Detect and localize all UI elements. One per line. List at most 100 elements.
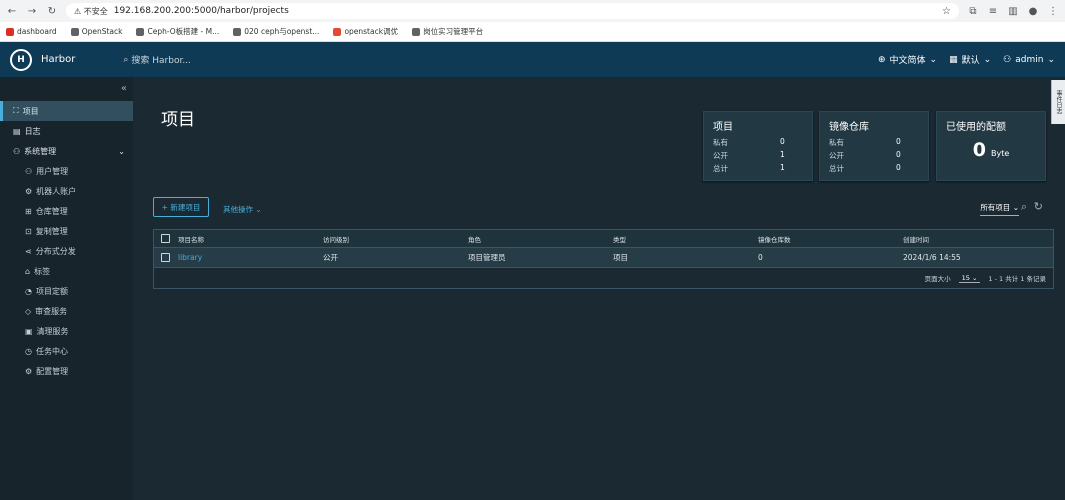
sidebar-subitem[interactable]: ⚙ 机器人账户 — [0, 181, 133, 201]
new-project-button[interactable]: + 新建项目 — [153, 197, 209, 217]
sidebar-subitem-label: 清理服务 — [36, 326, 69, 336]
theme-dropdown[interactable]: ▦ 默认 ⌄ — [949, 53, 992, 67]
bookmark-item[interactable]: dashboard — [6, 27, 57, 36]
card-row-label: 私有 — [713, 138, 728, 147]
sidebar-subitem[interactable]: ⌂ 标签 — [0, 261, 133, 281]
bookmark-favicon-icon — [6, 27, 14, 36]
project-filter-select[interactable]: 所有项目 ⌄ — [980, 202, 1019, 216]
column-header[interactable]: 角色 — [468, 234, 613, 244]
harbor-logo-icon[interactable]: H — [10, 48, 32, 71]
table-cell: 项目 — [613, 253, 628, 262]
sidebar-subitem-label: 复制管理 — [35, 226, 68, 236]
bookmark-label: 020 ceph与openst... — [244, 27, 320, 36]
sidebar-subitem-label: 仓库管理 — [35, 206, 68, 216]
table-cell: 0 — [758, 253, 763, 262]
sidebar-subitem[interactable]: ▣ 清理服务 — [0, 321, 133, 341]
brand-name[interactable]: Harbor — [41, 54, 75, 65]
extensions-icon[interactable]: ⧉ — [967, 6, 979, 17]
select-all-checkbox[interactable] — [161, 234, 170, 243]
sidepanel-icon[interactable]: ▥ — [1007, 6, 1019, 17]
user-icon: ⚇ — [1003, 54, 1012, 65]
logs-icon: ▤ — [13, 126, 21, 136]
bookmark-favicon-icon — [333, 27, 342, 36]
sidebar-subitem[interactable]: ⋖ 分布式分发 — [0, 241, 133, 261]
chevron-down-icon: ⌄ — [1047, 54, 1055, 65]
page-size-select[interactable]: 15 ⌄ — [958, 273, 981, 283]
bookmark-favicon-icon — [136, 27, 145, 36]
column-header[interactable]: 项目名称 — [178, 234, 323, 244]
page-size-value: 15 — [961, 273, 970, 282]
projects-summary-card: 项目 私有 0 公开 1 总计 1 — [703, 111, 813, 181]
sidebar-subitem-label: 配置管理 — [36, 366, 69, 376]
sidebar-subitem-icon: ⋖ — [25, 246, 32, 256]
sidebar-subitem-label: 标签 — [34, 266, 51, 276]
back-icon[interactable]: ← — [6, 6, 18, 17]
collapse-sidebar-icon[interactable]: « — [0, 81, 133, 101]
sidebar-subitem[interactable]: ⊡ 复制管理 — [0, 221, 133, 241]
sidebar-subitem-icon: ⚙ — [25, 366, 33, 376]
sidebar-subitem-label: 机器人账户 — [36, 186, 77, 196]
menu-icon[interactable]: ⋮ — [1047, 6, 1059, 17]
sidebar-subitem-icon: ⊡ — [25, 226, 32, 236]
sidebar-item-label: 日志 — [24, 126, 41, 136]
user-menu[interactable]: ⚇ admin ⌄ — [1003, 55, 1055, 65]
bookmark-item[interactable]: 020 ceph与openst... — [233, 26, 319, 37]
chevron-down-icon: ⌄ — [255, 205, 262, 214]
filter-label: 所有项目 — [980, 203, 1011, 212]
search-icon[interactable]: ⌕ — [1021, 200, 1027, 214]
row-checkbox[interactable] — [161, 253, 170, 262]
column-header[interactable]: 访问级别 — [323, 234, 468, 244]
sidebar-subitem-label: 分布式分发 — [35, 246, 76, 256]
sidebar-subitem[interactable]: ⚙ 配置管理 — [0, 361, 133, 381]
column-header[interactable]: 创建时间 — [903, 234, 1053, 244]
bookmark-star-icon[interactable]: ☆ — [942, 6, 951, 17]
sidebar-subitem-icon: ▣ — [25, 326, 33, 336]
profile-icon[interactable]: ● — [1027, 6, 1039, 17]
security-warning[interactable]: ⚠ 不安全 — [74, 6, 108, 17]
sidebar-subitem[interactable]: ◔ 项目定额 — [0, 281, 133, 301]
language-dropdown[interactable]: ⊕ 中文简体 ⌄ — [878, 53, 937, 67]
other-ops-label: 其他操作 — [223, 205, 253, 214]
table-header: 项目名称 访问级别 角色 类型 镜像仓库数 创建时间 — [154, 230, 1053, 248]
column-header[interactable]: 类型 — [613, 234, 758, 244]
card-row-value: 0 — [896, 137, 901, 146]
sidebar-subitem[interactable]: ◇ 审查服务 — [0, 301, 133, 321]
project-name-link[interactable]: library — [178, 253, 323, 262]
sidebar: « ⛶ 项目 ▤ 日志 ⚇ 系统管理 ⌄ ⚇ 用户管理 ⚙ 机器人账户 ⊞ 仓库管理 ⊡ 复制… — [0, 77, 133, 500]
sidebar-item-label: 系统管理 — [24, 146, 57, 156]
bookmark-item[interactable]: openstack调优 — [333, 26, 398, 37]
refresh-icon[interactable]: ↻ — [1034, 200, 1043, 213]
chevron-down-icon: ⌄ — [983, 54, 992, 65]
theme-label: 默认 — [961, 56, 980, 66]
table-row: library 公开 项目管理员 项目 0 2024/1/6 14:55 — [154, 248, 1053, 268]
sidebar-subitem[interactable]: ◷ 任务中心 — [0, 341, 133, 361]
bookmark-label: 岗位实习管理平台 — [423, 27, 484, 36]
sidebar-subitem-label: 任务中心 — [35, 346, 68, 356]
column-header[interactable]: 镜像仓库数 — [758, 234, 903, 244]
sidebar-item-administration[interactable]: ⚇ 系统管理 ⌄ — [0, 141, 133, 161]
bookmark-item[interactable]: OpenStack — [70, 27, 122, 36]
quota-value: 0 — [972, 139, 986, 161]
other-operations-dropdown[interactable]: 其他操作 ⌄ — [223, 204, 262, 215]
sidebar-subitem-icon: ◇ — [25, 306, 32, 316]
global-search[interactable]: ⌕ 搜索 Harbor... — [123, 53, 191, 67]
search-input[interactable]: 搜索 Harbor... — [131, 53, 191, 66]
sidebar-subitem[interactable]: ⚇ 用户管理 — [0, 161, 133, 181]
sidebar-item-logs[interactable]: ▤ 日志 — [0, 121, 133, 141]
playlist-icon[interactable]: ≡ — [987, 6, 999, 17]
sidebar-subitem-icon: ⚇ — [25, 166, 33, 176]
sidebar-item-projects[interactable]: ⛶ 项目 — [0, 101, 133, 121]
sidebar-subitem-icon: ◷ — [25, 346, 32, 356]
forward-icon[interactable]: → — [26, 6, 38, 17]
language-label: 中文简体 — [889, 56, 926, 66]
reload-icon[interactable]: ↻ — [46, 6, 58, 17]
bookmark-item[interactable]: Ceph-O板搭建 - M... — [136, 26, 219, 37]
bookmarks-bar: dashboard OpenStack Ceph-O板搭建 - M... 020 ce… — [0, 22, 1065, 42]
address-bar[interactable]: ⚠ 不安全 192.168.200.200:5000/harbor/projec… — [66, 3, 959, 19]
bookmark-item[interactable]: 岗位实习管理平台 — [412, 26, 483, 37]
event-log-tab[interactable]: 事件日志 — [1051, 80, 1065, 124]
sidebar-subitem[interactable]: ⊞ 仓库管理 — [0, 201, 133, 221]
card-title: 镜像仓库 — [829, 122, 869, 133]
url-text: 192.168.200.200:5000/harbor/projects — [113, 6, 289, 16]
card-title: 已使用的配额 — [946, 122, 1006, 133]
